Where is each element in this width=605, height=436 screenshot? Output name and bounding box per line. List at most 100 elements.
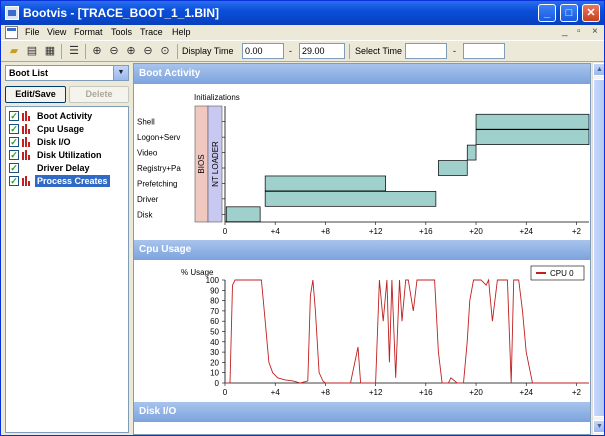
- zoom-out-icon[interactable]: ⊖: [107, 44, 121, 58]
- list-item-label: Disk I/O: [37, 137, 71, 147]
- menu-help[interactable]: Help: [172, 27, 191, 37]
- zoom-out-time-icon[interactable]: ⊖: [141, 44, 155, 58]
- cpu-usage-header[interactable]: Cpu Usage: [134, 240, 590, 260]
- bios-label: BIOS: [197, 154, 206, 173]
- ntloader-label: NT LOADER: [211, 141, 220, 187]
- y-tick-label: 100: [206, 276, 220, 285]
- x-tick-label: +24: [519, 388, 533, 397]
- zoom-in-icon[interactable]: ⊕: [90, 44, 104, 58]
- boot-activity-header[interactable]: Boot Activity: [134, 64, 590, 84]
- list-item[interactable]: ✓ Disk Utilization: [8, 149, 128, 161]
- checkbox[interactable]: ✓: [9, 124, 19, 134]
- chevron-down-icon[interactable]: ▼: [113, 66, 128, 80]
- list-item-label: Boot Activity: [37, 111, 93, 121]
- list-item-label: Driver Delay: [37, 163, 90, 173]
- y-tick-label: 70: [210, 307, 219, 316]
- mdi-minimize-button[interactable]: _: [562, 26, 568, 37]
- disk-io-header[interactable]: Disk I/O: [134, 402, 590, 422]
- category-label: Registry+Pa: [137, 164, 181, 173]
- y-tick-label: 20: [210, 358, 219, 367]
- y-tick-label: 10: [210, 369, 219, 378]
- boot-activity-chart: Initializations BIOS NT LOADER Shell Logon+S…: [137, 93, 590, 236]
- select-time-start-input[interactable]: [405, 43, 447, 59]
- display-time-label: Display Time: [182, 46, 234, 56]
- graph-list: ✓ Boot Activity ✓ Cpu Usage ✓ Disk I/O ✓ Disk U…: [5, 106, 129, 433]
- scrollbar-thumb[interactable]: [593, 79, 604, 417]
- print-icon[interactable]: ▤: [25, 44, 39, 58]
- vertical-scrollbar[interactable]: ▲ ▼: [592, 63, 604, 435]
- x-tick-label: +12: [369, 227, 383, 236]
- window-title: Bootvis - [TRACE_BOOT_1_1.BIN]: [23, 6, 220, 20]
- x-tick-label: 0: [223, 388, 228, 397]
- list-view-icon[interactable]: ☰: [67, 44, 81, 58]
- bar-chart-icon: [22, 137, 32, 147]
- app-window: Bootvis - [TRACE_BOOT_1_1.BIN] _ □ ✕ Fil…: [0, 0, 605, 436]
- menu-file[interactable]: File: [25, 27, 40, 37]
- y-tick-label: 40: [210, 338, 219, 347]
- y-tick-label: 60: [210, 317, 219, 326]
- toolbar: ▰ ▤ ▦ ☰ ⊕ ⊖ ⊕ ⊖ ⊙ Display Time - Select …: [1, 40, 604, 62]
- chart-header-label: Initializations: [194, 93, 240, 102]
- display-time-end-input[interactable]: [299, 43, 345, 59]
- category-label: Logon+Serv: [137, 133, 180, 142]
- mdi-restore-button[interactable]: ▫: [577, 26, 581, 37]
- left-panel: Boot List ▼ Edit/Save Delete ✓ Boot Activ…: [3, 63, 131, 435]
- x-tick-label: +2: [572, 388, 582, 397]
- zoom-fit-icon[interactable]: ⊙: [158, 44, 172, 58]
- display-time-start-input[interactable]: [242, 43, 284, 59]
- list-item[interactable]: ✓ Driver Delay: [8, 162, 128, 174]
- bar-chart-icon: [22, 124, 32, 134]
- boot-list-dropdown-value: Boot List: [9, 68, 48, 78]
- y-tick-label: 90: [210, 286, 219, 295]
- toolbar-separator: [61, 44, 62, 59]
- menu-format[interactable]: Format: [74, 27, 103, 37]
- minimize-button[interactable]: _: [538, 4, 556, 22]
- category-label: Driver: [137, 195, 159, 204]
- list-item-label: Cpu Usage: [37, 124, 85, 134]
- category-label: Video: [137, 149, 158, 158]
- bar-chart-icon: [22, 176, 32, 186]
- gantt-bar: [466, 144, 477, 161]
- legend-label: CPU 0: [550, 269, 574, 278]
- category-label: Prefetching: [137, 179, 177, 188]
- menu-tools[interactable]: Tools: [111, 27, 132, 37]
- cpu-usage-chart: % Usage01020304050607080901000 +4 +8 +12 +16…: [181, 265, 589, 397]
- checkbox[interactable]: ✓: [9, 176, 19, 186]
- x-tick-label: +20: [469, 227, 483, 236]
- select-time-end-input[interactable]: [463, 43, 505, 59]
- list-item[interactable]: ✓ Disk I/O: [8, 136, 128, 148]
- scroll-up-icon[interactable]: ▲: [593, 63, 604, 76]
- menu-trace[interactable]: Trace: [140, 27, 163, 37]
- x-tick-label: +8: [321, 388, 331, 397]
- checkbox[interactable]: ✓: [9, 111, 19, 121]
- document-icon[interactable]: [5, 26, 18, 39]
- checkbox[interactable]: ✓: [9, 163, 19, 173]
- gantt-bar: [225, 206, 261, 223]
- checkbox[interactable]: ✓: [9, 150, 19, 160]
- print-preview-icon[interactable]: ▦: [43, 44, 57, 58]
- select-time-separator: -: [453, 46, 456, 56]
- y-tick-label: 0: [215, 379, 220, 388]
- title-bar[interactable]: Bootvis - [TRACE_BOOT_1_1.BIN] _ □ ✕: [1, 1, 604, 25]
- menu-view[interactable]: View: [47, 27, 66, 37]
- y-tick-label: 50: [210, 328, 219, 337]
- close-button[interactable]: ✕: [582, 4, 600, 22]
- maximize-button[interactable]: □: [560, 4, 578, 22]
- y-tick-label: 80: [210, 297, 219, 306]
- list-item[interactable]: ✓ Process Creates: [8, 175, 128, 187]
- mdi-close-button[interactable]: ×: [592, 26, 598, 37]
- open-folder-icon[interactable]: ▰: [7, 44, 21, 58]
- list-item[interactable]: ✓ Cpu Usage: [8, 123, 128, 135]
- zoom-in-time-icon[interactable]: ⊕: [124, 44, 138, 58]
- x-tick-label: +2: [572, 227, 582, 236]
- checkbox[interactable]: ✓: [9, 137, 19, 147]
- list-item-label: Disk Utilization: [37, 150, 102, 160]
- list-item[interactable]: ✓ Boot Activity: [8, 110, 128, 122]
- edit-save-button[interactable]: Edit/Save: [5, 86, 66, 103]
- x-tick-label: +16: [419, 227, 433, 236]
- x-tick-label: +16: [419, 388, 433, 397]
- gantt-bar: [475, 129, 590, 145]
- scroll-down-icon[interactable]: ▼: [593, 420, 604, 433]
- delete-button[interactable]: Delete: [69, 86, 129, 103]
- boot-list-dropdown[interactable]: Boot List ▼: [5, 65, 129, 81]
